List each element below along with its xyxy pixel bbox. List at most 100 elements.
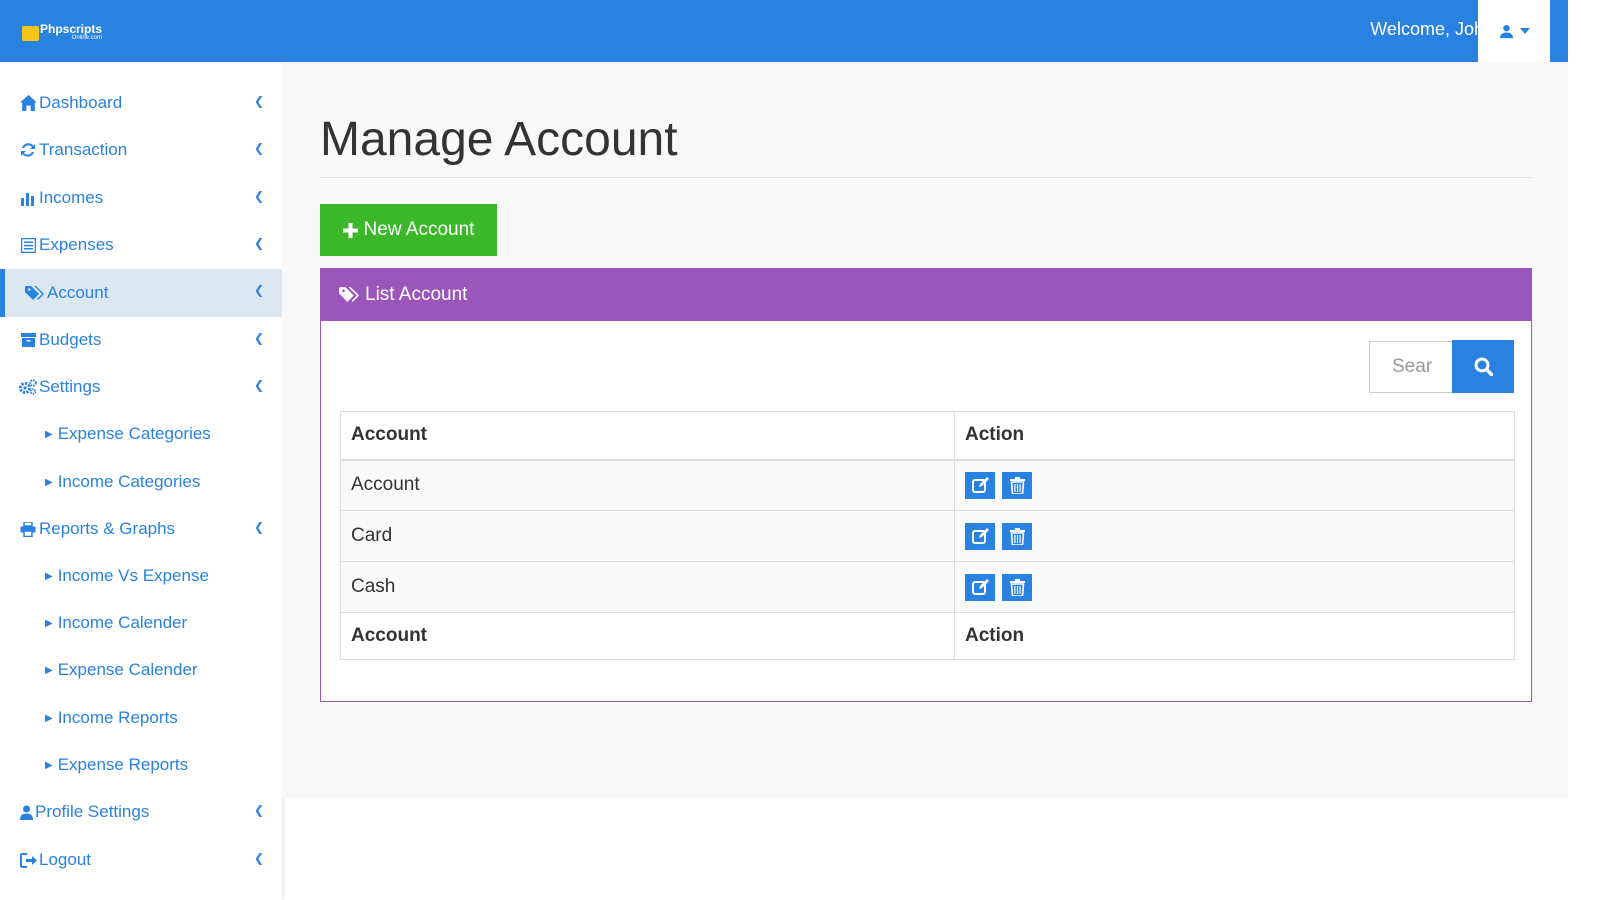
delete-button[interactable] (1002, 573, 1033, 601)
tags-icon (339, 287, 359, 302)
list-alt-icon (18, 237, 38, 253)
sidebar-subitem-label: Income Vs Expense (57, 566, 209, 585)
column-footer-action: Action (954, 612, 1515, 660)
sidebar-item-label: Account (47, 283, 109, 302)
sidebar-item-settings[interactable]: Settings ❮ (0, 364, 282, 410)
sidebar-item-label: Reports & Graphs (39, 519, 176, 538)
caret-right-icon: ▶ (45, 428, 53, 440)
user-icon (18, 805, 34, 820)
edit-button[interactable] (965, 471, 995, 499)
sidebar-subitem-label: Income Categories (57, 472, 201, 491)
top-bar-edge (1550, 0, 1568, 62)
caret-down-icon (1519, 28, 1530, 34)
sidebar-item-label: Incomes (39, 188, 104, 207)
edit-button[interactable] (965, 573, 995, 601)
trash-icon (1009, 476, 1025, 494)
sidebar-subitem-expense-calender[interactable]: ▶ Expense Calender (0, 647, 282, 693)
sidebar-item-label: Budgets (39, 330, 102, 349)
sidebar-subitem-expense-categories[interactable]: ▶ Expense Categories (0, 411, 282, 457)
sidebar-item-label: Settings (39, 377, 101, 396)
plus-icon (342, 222, 358, 238)
delete-button[interactable] (1002, 522, 1033, 550)
new-account-button[interactable]: New Account (320, 204, 497, 256)
chevron-left-icon: ❮ (253, 520, 264, 534)
delete-button[interactable] (1002, 471, 1033, 499)
search-input[interactable] (1369, 341, 1453, 393)
table-row: Account (340, 459, 1515, 511)
accounts-table: Account Action Account Card Cash Account… (340, 411, 1515, 660)
welcome-text: Welcome, John (1370, 19, 1494, 39)
sidebar-subitem-label: Expense Reports (57, 755, 189, 774)
user-icon (1499, 24, 1513, 38)
table-row: Cash (340, 561, 1515, 613)
brand-logo[interactable]: Phpscripts Online.com (22, 23, 102, 42)
sidebar-item-profile-settings[interactable]: Profile Settings ❮ (0, 789, 282, 835)
sidebar-item-logout[interactable]: Logout ❮ (0, 837, 282, 883)
edit-button[interactable] (965, 522, 995, 550)
page-title: Manage Account (320, 113, 678, 166)
table-header-row: Account Action (340, 411, 1515, 461)
table-footer-row: Account Action (340, 612, 1515, 660)
edit-icon (971, 527, 989, 544)
sidebar-item-expenses[interactable]: Expenses ❮ (0, 222, 282, 268)
sidebar-subitem-label: Income Reports (57, 708, 178, 727)
user-menu-button[interactable] (1478, 0, 1550, 62)
sidebar-item-label: Transaction (39, 140, 128, 159)
search-icon (1474, 357, 1493, 376)
sidebar-subitem-expense-reports[interactable]: ▶ Expense Reports (0, 742, 282, 788)
sidebar-subitem-label: Income Calender (57, 613, 188, 632)
print-icon (18, 521, 38, 537)
caret-right-icon: ▶ (45, 570, 53, 582)
sidebar-subitem-income-vs-expense[interactable]: ▶ Income Vs Expense (0, 553, 282, 599)
chevron-left-icon: ❮ (253, 283, 264, 297)
bar-chart-icon (18, 191, 38, 206)
new-account-label: New Account (363, 219, 475, 240)
caret-right-icon: ▶ (45, 664, 53, 676)
sidebar-subitem-label: Expense Categories (57, 424, 211, 443)
chevron-left-icon: ❮ (253, 189, 264, 203)
account-name-cell: Cash (340, 561, 955, 613)
sidebar-item-label: Profile Settings (35, 802, 150, 821)
search-button[interactable] (1452, 340, 1514, 393)
account-name-cell: Card (340, 510, 955, 562)
sidebar-subitem-income-categories[interactable]: ▶ Income Categories (0, 459, 282, 505)
sidebar-subitem-income-calender[interactable]: ▶ Income Calender (0, 600, 282, 646)
panel-header: List Account (321, 269, 1531, 321)
sidebar: Dashboard ❮ Transaction ❮ Incomes ❮ Expe… (0, 62, 282, 900)
chevron-left-icon: ❮ (253, 803, 264, 817)
action-cell (954, 510, 1515, 562)
logo-icon (22, 26, 39, 41)
chevron-left-icon: ❮ (253, 141, 264, 155)
brand-subtext: Online.com (71, 35, 103, 41)
sidebar-subitem-label: Expense Calender (57, 660, 198, 679)
tags-icon (24, 285, 44, 301)
sidebar-item-account[interactable]: Account ❮ (0, 269, 282, 317)
column-header-account[interactable]: Account (340, 411, 955, 461)
top-navbar: Phpscripts Online.com Welcome, John (0, 0, 1600, 62)
chevron-left-icon: ❮ (253, 236, 264, 250)
table-row: Card (340, 510, 1515, 562)
sidebar-item-label: Dashboard (39, 93, 123, 112)
home-icon (18, 95, 38, 111)
caret-right-icon: ▶ (45, 712, 53, 724)
sidebar-item-reports-graphs[interactable]: Reports & Graphs ❮ (0, 506, 282, 552)
sidebar-item-budgets[interactable]: Budgets ❮ (0, 317, 282, 363)
column-header-action[interactable]: Action (954, 411, 1515, 461)
action-cell (954, 561, 1515, 613)
title-divider (320, 177, 1532, 178)
archive-icon (18, 333, 38, 347)
chevron-left-icon: ❮ (253, 94, 264, 108)
sidebar-subitem-income-reports[interactable]: ▶ Income Reports (0, 695, 282, 741)
refresh-icon (18, 142, 38, 158)
sidebar-item-dashboard[interactable]: Dashboard ❮ (0, 80, 282, 126)
cogs-icon (18, 379, 38, 395)
caret-right-icon: ▶ (45, 617, 53, 629)
brand-name: Phpscripts (40, 22, 103, 36)
caret-right-icon: ▶ (45, 759, 53, 771)
chevron-left-icon: ❮ (253, 851, 264, 865)
column-footer-account: Account (340, 612, 955, 660)
sidebar-item-transaction[interactable]: Transaction ❮ (0, 127, 282, 173)
sidebar-item-incomes[interactable]: Incomes ❮ (0, 175, 282, 221)
sidebar-item-label: Expenses (39, 235, 114, 254)
edit-icon (971, 578, 989, 595)
